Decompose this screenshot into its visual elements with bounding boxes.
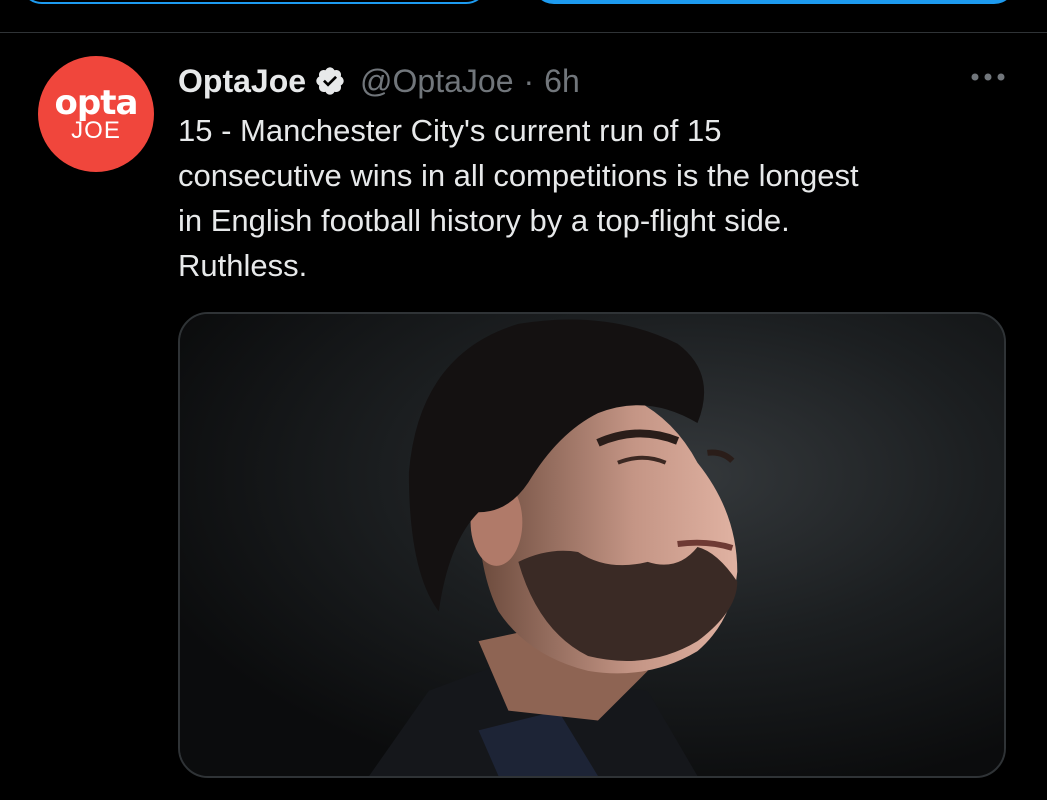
tweet-header: OptaJoe @OptaJoe · 6h [178, 60, 580, 102]
tweet-timestamp[interactable]: 6h [544, 63, 580, 100]
more-options-icon [970, 69, 1006, 87]
timeline-divider [0, 32, 1047, 33]
top-outline-button[interactable] [20, 0, 488, 4]
verified-badge-icon [314, 65, 346, 97]
tweet-text: 15 - Manchester City's current run of 15… [178, 113, 859, 283]
top-filled-button[interactable] [532, 0, 1016, 4]
more-options-button[interactable] [966, 66, 1010, 90]
avatar-logo-opta: opta [54, 83, 139, 123]
avatar[interactable]: opta JOE [38, 56, 154, 172]
separator-dot: · [523, 62, 535, 99]
avatar-logo-joe: JOE [71, 117, 121, 144]
display-name[interactable]: OptaJoe [178, 63, 306, 100]
photo-icon [180, 314, 1004, 776]
tweet-media-photo[interactable] [178, 312, 1006, 778]
user-handle[interactable]: @OptaJoe [360, 63, 513, 100]
